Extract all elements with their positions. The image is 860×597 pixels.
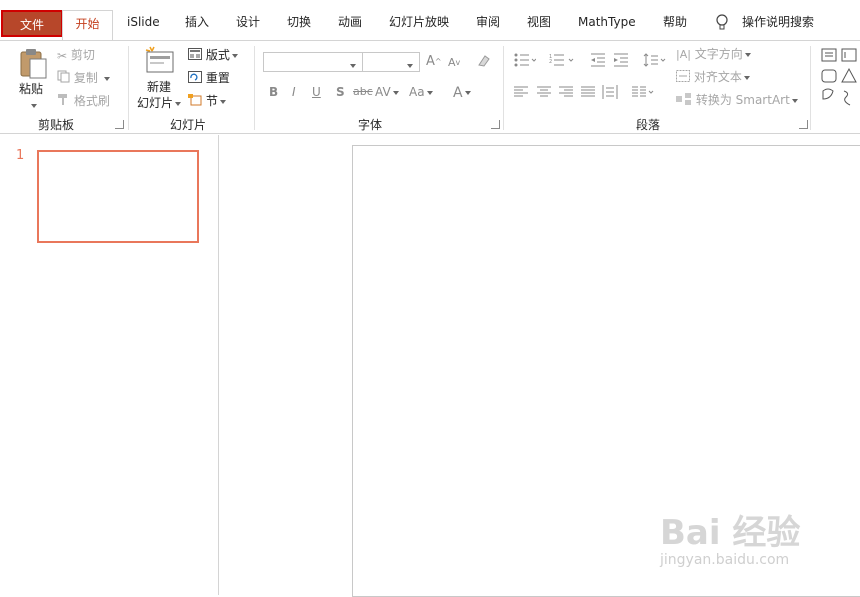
- text-direction-icon: |A|: [676, 47, 691, 61]
- brush-icon: [57, 93, 70, 111]
- tab-help[interactable]: 帮助: [663, 13, 687, 31]
- cut-button[interactable]: ✂ 剪切: [57, 46, 95, 64]
- paste-icon[interactable]: [18, 48, 48, 83]
- increase-indent-icon[interactable]: [613, 53, 629, 70]
- strikethrough-button[interactable]: abc: [353, 85, 373, 98]
- align-right-icon[interactable]: [559, 86, 573, 101]
- watermark-logo: Bai 经验: [660, 513, 801, 553]
- font-group-label: 字体: [358, 118, 383, 132]
- new-slide-icon[interactable]: [144, 46, 176, 79]
- separator: [503, 46, 504, 130]
- font-color-button[interactable]: A: [453, 85, 471, 101]
- slide-number: 1: [16, 148, 25, 163]
- slide-thumbnail[interactable]: [37, 150, 199, 243]
- grow-font-button[interactable]: A^: [426, 53, 442, 71]
- clear-format-icon[interactable]: [476, 53, 492, 72]
- tell-me-search[interactable]: 操作说明搜索: [742, 13, 814, 31]
- separator: [128, 46, 129, 130]
- tab-slideshow[interactable]: 幻灯片放映: [389, 13, 449, 31]
- layout-button[interactable]: 版式: [188, 46, 238, 64]
- columns-icon[interactable]: [632, 86, 656, 101]
- tab-review[interactable]: 审阅: [476, 13, 500, 31]
- svg-text:2: 2: [549, 59, 552, 65]
- convert-smartart-button[interactable]: 转换为 SmartArt: [676, 91, 798, 109]
- clipboard-group-label: 剪贴板: [38, 118, 75, 132]
- tab-home[interactable]: 开始: [62, 10, 113, 40]
- align-text-icon: [676, 69, 690, 87]
- reset-button[interactable]: 重置: [188, 69, 230, 87]
- tab-file[interactable]: 文件: [1, 10, 63, 37]
- italic-button[interactable]: I: [292, 85, 296, 99]
- reset-icon: [188, 70, 202, 88]
- separator: [810, 46, 811, 130]
- shrink-font-button[interactable]: Av: [448, 54, 460, 72]
- section-button[interactable]: 节: [188, 92, 226, 110]
- slides-group-label: 幻灯片: [170, 118, 207, 132]
- justify-icon[interactable]: [581, 86, 595, 101]
- paste-button[interactable]: 粘贴: [19, 80, 43, 98]
- tab-animations[interactable]: 动画: [338, 13, 362, 31]
- shapes-gallery[interactable]: [820, 47, 860, 110]
- lightbulb-icon: [716, 14, 728, 35]
- section-icon: [188, 93, 202, 111]
- smartart-icon: [676, 92, 692, 110]
- ribbon-tab-bar: 文件 开始 iSlide 插入 设计 切换 动画 幻灯片放映 审阅 视图 Mat…: [0, 0, 860, 40]
- copy-icon: [57, 70, 70, 88]
- separator: [254, 46, 255, 130]
- align-text-button[interactable]: 对齐文本: [676, 68, 750, 86]
- line-spacing-icon[interactable]: [643, 53, 667, 70]
- font-launcher-icon[interactable]: [491, 120, 500, 129]
- format-painter-button[interactable]: 格式刷: [57, 92, 110, 110]
- tab-islide[interactable]: iSlide: [127, 13, 160, 31]
- clipboard-launcher-icon[interactable]: [115, 120, 124, 129]
- decrease-indent-icon[interactable]: [590, 53, 606, 70]
- copy-button[interactable]: 复制: [57, 69, 110, 87]
- align-center-icon[interactable]: [537, 86, 551, 101]
- bold-button[interactable]: B: [269, 85, 278, 99]
- shadow-button[interactable]: S: [336, 85, 345, 99]
- align-left-icon[interactable]: [514, 86, 528, 101]
- text-direction-button[interactable]: |A| 文字方向: [676, 45, 751, 63]
- numbering-icon[interactable]: 12: [549, 53, 575, 70]
- font-size-combo[interactable]: [362, 52, 420, 72]
- layout-icon: [188, 47, 202, 65]
- char-spacing-button[interactable]: AV: [375, 85, 399, 99]
- font-name-combo[interactable]: [263, 52, 363, 72]
- tab-mathtype[interactable]: MathType: [578, 13, 636, 31]
- tab-view[interactable]: 视图: [527, 13, 551, 31]
- change-case-button[interactable]: Aa: [409, 85, 433, 99]
- tab-insert[interactable]: 插入: [185, 13, 209, 31]
- paragraph-group-label: 段落: [636, 118, 661, 132]
- new-slide-dropdown[interactable]: 幻灯片: [137, 94, 182, 112]
- distributed-icon[interactable]: [602, 85, 618, 102]
- underline-button[interactable]: U: [312, 85, 321, 99]
- paste-dropdown[interactable]: [29, 98, 37, 112]
- scissors-icon: ✂: [57, 48, 68, 63]
- tab-design[interactable]: 设计: [236, 13, 260, 31]
- paragraph-launcher-icon[interactable]: [799, 120, 808, 129]
- bullets-icon[interactable]: [514, 53, 537, 70]
- watermark-url: jingyan.baidu.com: [660, 552, 790, 568]
- tab-transitions[interactable]: 切换: [287, 13, 311, 31]
